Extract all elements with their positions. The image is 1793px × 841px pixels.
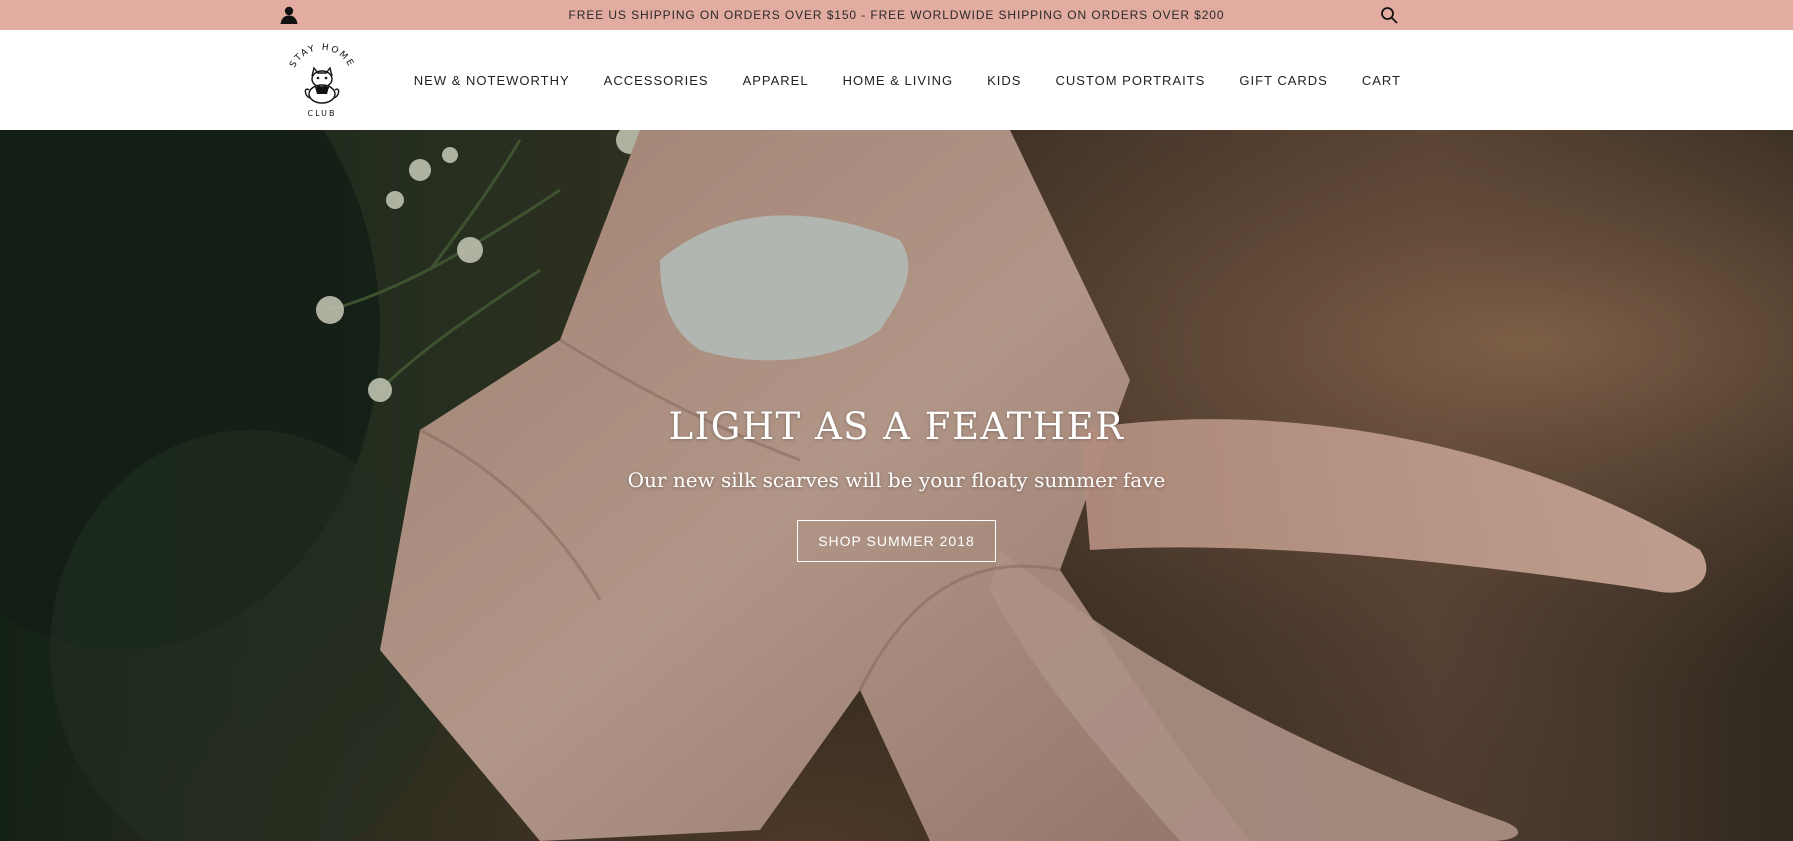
announcement-bar: FREE US SHIPPING ON ORDERS OVER $150 - F… <box>0 0 1793 30</box>
shop-summer-button[interactable]: SHOP SUMMER 2018 <box>797 520 996 562</box>
nav-item-apparel[interactable]: APPAREL <box>743 73 809 88</box>
hero-banner: LIGHT AS A FEATHER Our new silk scarves … <box>0 130 1793 841</box>
hero-subtitle: Our new silk scarves will be your floaty… <box>627 468 1166 492</box>
account-icon[interactable] <box>279 6 299 24</box>
hero-content: LIGHT AS A FEATHER Our new silk scarves … <box>0 405 1793 562</box>
nav-item-custom-portraits[interactable]: CUSTOM PORTRAITS <box>1055 73 1205 88</box>
nav-item-home-living[interactable]: HOME & LIVING <box>843 73 954 88</box>
nav-item-accessories[interactable]: ACCESSORIES <box>604 73 709 88</box>
announcement-text: FREE US SHIPPING ON ORDERS OVER $150 - F… <box>568 8 1225 22</box>
nav-item-kids[interactable]: KIDS <box>987 73 1021 88</box>
nav-item-gift-cards[interactable]: GIFT CARDS <box>1239 73 1328 88</box>
logo[interactable]: STAY HOME CLUB <box>282 40 362 120</box>
nav-item-new-noteworthy[interactable]: NEW & NOTEWORTHY <box>414 73 570 88</box>
logo-text-top: STAY HOME <box>288 43 354 70</box>
logo-text-bottom: CLUB <box>308 109 337 118</box>
hero-title: LIGHT AS A FEATHER <box>668 405 1125 448</box>
cat-illustration <box>304 66 340 104</box>
main-nav: NEW & NOTEWORTHY ACCESSORIES APPAREL HOM… <box>414 30 1401 130</box>
search-icon[interactable] <box>1380 6 1398 24</box>
site-header: STAY HOME CLUB NEW & NOTEWORTHY ACCESSOR… <box>0 30 1793 130</box>
nav-item-cart[interactable]: CART <box>1362 73 1401 88</box>
svg-text:STAY HOME: STAY HOME <box>288 43 356 70</box>
